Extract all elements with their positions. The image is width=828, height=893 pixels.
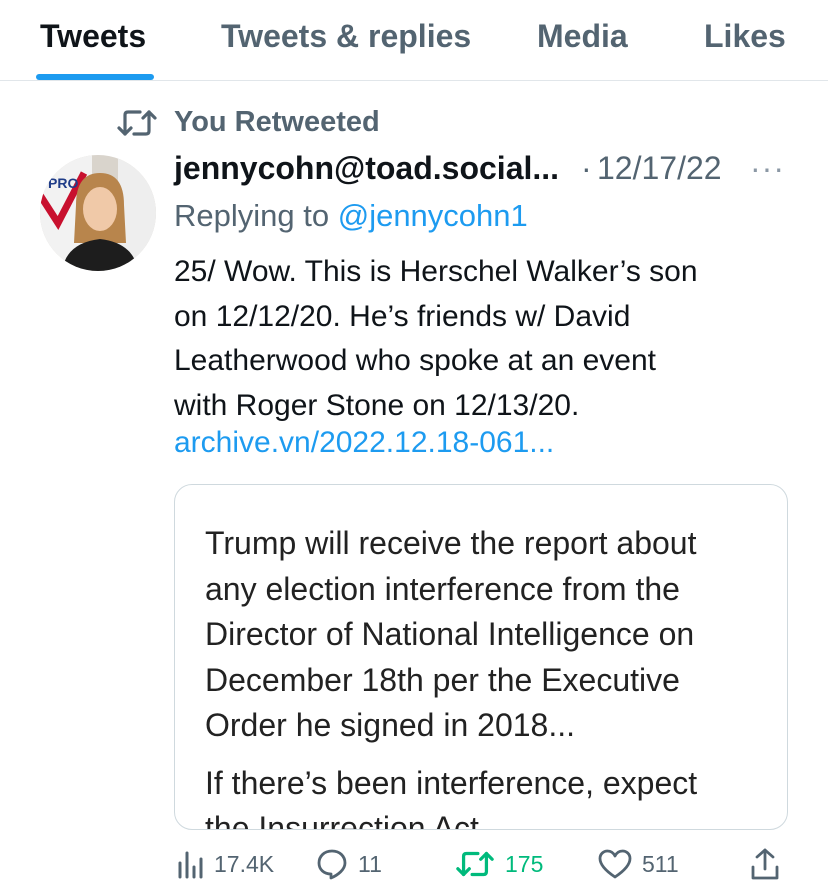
reply-button[interactable]: 11 xyxy=(316,842,382,886)
tweet-action-bar: 17.4K 11 175 511 xyxy=(0,842,828,886)
embedded-image-card[interactable]: Trump will receive the report about any … xyxy=(174,484,788,830)
retweet-icon xyxy=(456,851,494,877)
tweet-text-line: 25/ Wow. This is Herschel Walker’s son xyxy=(174,255,698,288)
heart-icon xyxy=(598,849,632,879)
share-icon xyxy=(751,848,779,880)
embedded-image-text: Trump will receive the report about any … xyxy=(205,521,765,830)
more-options-icon[interactable]: ··· xyxy=(750,150,785,187)
tweet-link[interactable]: archive.vn/2022.12.18-061... xyxy=(174,426,554,460)
tab-tweets-and-replies[interactable]: Tweets & replies xyxy=(221,18,471,55)
like-button[interactable]: 511 xyxy=(598,842,679,886)
tab-likes[interactable]: Likes xyxy=(704,18,786,55)
like-count: 511 xyxy=(642,850,679,877)
replying-to: Replying to @jennycohn1 xyxy=(174,198,528,234)
views-chart-icon xyxy=(178,851,203,879)
replying-to-prefix: Replying to xyxy=(174,198,338,233)
tweet-text: 25/ Wow. This is Herschel Walker’s son o… xyxy=(174,250,794,428)
active-tab-indicator xyxy=(36,74,154,80)
retweet-count: 175 xyxy=(505,850,544,877)
retweet-context-label: You Retweeted xyxy=(174,106,380,138)
tweet-header: jennycohn@toad.social... · 12/17/22 ··· xyxy=(174,150,794,190)
retweet-icon xyxy=(117,110,157,136)
profile-tabs: Tweets Tweets & replies Media Likes xyxy=(0,0,828,81)
views-count: 17.4K xyxy=(214,850,275,877)
share-button[interactable] xyxy=(750,842,780,886)
card-text-line: Director of National Intelligence on xyxy=(205,616,695,652)
tab-media[interactable]: Media xyxy=(537,18,628,55)
card-text-line: Trump will receive the report about xyxy=(205,525,697,561)
tweet-text-line: with Roger Stone on 12/13/20. xyxy=(174,388,580,422)
avatar-badge-text: PRO xyxy=(48,175,78,191)
card-text-line: any election interference from the xyxy=(205,570,680,607)
avatar[interactable]: PRO xyxy=(40,155,156,271)
reply-bubble-icon xyxy=(317,849,347,880)
author-name[interactable]: jennycohn@toad.social... xyxy=(174,150,559,187)
tweet-text-line: on 12/12/20. He’s friends w/ David xyxy=(174,299,631,333)
views-button[interactable]: 17.4K xyxy=(176,842,274,886)
tweet-date[interactable]: 12/17/22 xyxy=(597,150,722,187)
card-text-line: December 18th per the Executive xyxy=(205,661,680,698)
replying-to-handle[interactable]: @jennycohn1 xyxy=(338,198,528,233)
retweet-button[interactable]: 175 xyxy=(455,842,543,886)
reply-count: 11 xyxy=(358,850,382,877)
card-text-line: Order he signed in 2018... xyxy=(205,707,576,743)
card-text-line: the Insurrection Act xyxy=(205,810,479,830)
header-separator: · xyxy=(581,150,592,186)
avatar-image: PRO xyxy=(40,155,156,271)
card-text-line: If there’s been interference, expect xyxy=(205,764,698,801)
tab-tweets[interactable]: Tweets xyxy=(40,18,146,55)
tweet-text-line: Leatherwood who spoke at an event xyxy=(174,344,657,377)
